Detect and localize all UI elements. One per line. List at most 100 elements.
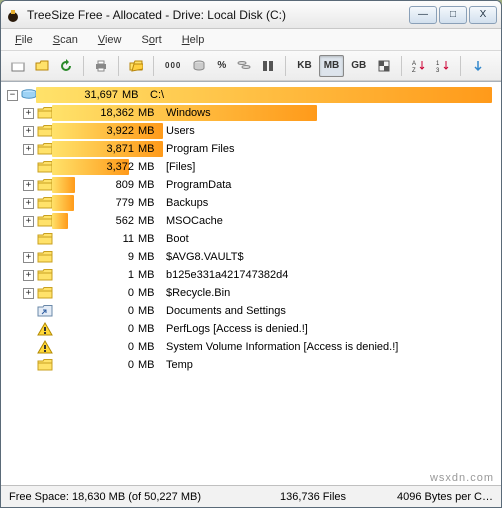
size-unit: MB (138, 233, 162, 245)
link-icon (37, 303, 53, 319)
size-value: 31,697 (40, 89, 122, 101)
refresh-button[interactable] (55, 55, 77, 77)
menu-help[interactable]: Help (174, 32, 213, 48)
tree-row[interactable]: + 779 MB Backups (3, 194, 499, 212)
size-value: 18,362 (56, 107, 138, 119)
size-mode-button[interactable]: 000 (160, 55, 186, 77)
tree-row[interactable]: + 18,362 MB Windows (3, 104, 499, 122)
tree-row[interactable]: 3,372 MB [Files] (3, 158, 499, 176)
size-value: 0 (56, 287, 138, 299)
titlebar: TreeSize Free - Allocated - Drive: Local… (1, 1, 501, 29)
expand-icon[interactable]: + (23, 144, 34, 155)
tree-root-row[interactable]: − 31,697 MB C:\ (3, 86, 499, 104)
tree-row[interactable]: + 3,922 MB Users (3, 122, 499, 140)
expand-icon[interactable]: + (23, 270, 34, 281)
expand-icon[interactable]: + (23, 198, 34, 209)
unit-auto-button[interactable] (373, 55, 395, 77)
open-folder-button[interactable] (31, 55, 53, 77)
explorer-button[interactable] (125, 55, 147, 77)
status-cluster-size: 4096 Bytes per C… (373, 491, 493, 503)
node-name: Program Files (162, 143, 234, 155)
folder-icon (37, 267, 53, 283)
tree-row[interactable]: 0 MB System Volume Information [Access i… (3, 338, 499, 356)
size-value: 0 (56, 323, 138, 335)
size-unit: MB (138, 125, 162, 137)
unit-mb-button[interactable]: MB (319, 55, 345, 77)
toolbar: 000 % KB MB GB AZ 13 (1, 51, 501, 81)
menu-sort[interactable]: Sort (134, 32, 170, 48)
size-unit: MB (138, 269, 162, 281)
select-dir-button[interactable] (7, 55, 29, 77)
unit-kb-button[interactable]: KB (292, 55, 316, 77)
node-name: Backups (162, 197, 208, 209)
size-value: 1 (56, 269, 138, 281)
tree-view[interactable]: − 31,697 MB C:\ + 18,362 MB Windows + 3,… (1, 81, 501, 485)
svg-text:A: A (412, 61, 416, 67)
size-unit: MB (138, 287, 162, 299)
node-name: PerfLogs [Access is denied.!] (162, 323, 308, 335)
expand-icon[interactable]: + (23, 108, 34, 119)
tree-row[interactable]: 0 MB Temp (3, 356, 499, 374)
tree-row[interactable]: 11 MB Boot (3, 230, 499, 248)
tree-row[interactable]: + 809 MB ProgramData (3, 176, 499, 194)
node-name: Users (162, 125, 195, 137)
expander-blank (23, 306, 34, 317)
size-unit: MB (138, 161, 162, 173)
menu-scan[interactable]: Scan (45, 32, 86, 48)
node-name: System Volume Information [Access is den… (162, 341, 398, 353)
close-button[interactable]: X (469, 6, 497, 24)
size-value: 809 (56, 179, 138, 191)
size-unit: MB (138, 179, 162, 191)
collapse-icon[interactable]: − (7, 90, 18, 101)
size-value: 9 (56, 251, 138, 263)
sort-name-button[interactable]: AZ (408, 55, 430, 77)
tree-row[interactable]: 0 MB Documents and Settings (3, 302, 499, 320)
size-value: 0 (56, 359, 138, 371)
size-unit: MB (122, 89, 146, 101)
node-name: ProgramData (162, 179, 231, 191)
tree-row[interactable]: + 1 MB b125e331a421747382d4 (3, 266, 499, 284)
columns-button[interactable] (257, 55, 279, 77)
node-name: C:\ (146, 89, 164, 101)
size-unit: MB (138, 323, 162, 335)
tree-row[interactable]: + 3,871 MB Program Files (3, 140, 499, 158)
collapse-button[interactable] (467, 55, 489, 77)
tree-row[interactable]: + 0 MB $Recycle.Bin (3, 284, 499, 302)
node-name: [Files] (162, 161, 195, 173)
expand-icon[interactable]: + (23, 252, 34, 263)
expand-icon[interactable]: + (23, 216, 34, 227)
tree-row[interactable]: + 562 MB MSOCache (3, 212, 499, 230)
node-name: Temp (162, 359, 193, 371)
size-unit: MB (138, 197, 162, 209)
sort-size-button[interactable]: 13 (432, 55, 454, 77)
expand-icon[interactable]: + (23, 180, 34, 191)
unit-gb-button[interactable]: GB (346, 55, 371, 77)
status-file-count: 136,736 Files (253, 491, 373, 503)
print-button[interactable] (90, 55, 112, 77)
allocated-button[interactable] (188, 55, 210, 77)
window-title: TreeSize Free - Allocated - Drive: Local… (27, 8, 407, 22)
folder-icon (37, 177, 53, 193)
percent-button[interactable]: % (212, 55, 231, 77)
maximize-button[interactable]: □ (439, 6, 467, 24)
node-name: Windows (162, 107, 211, 119)
filecount-button[interactable] (233, 55, 255, 77)
size-value: 562 (56, 215, 138, 227)
tree-row[interactable]: + 9 MB $AVG8.VAULT$ (3, 248, 499, 266)
menu-file[interactable]: File (7, 32, 41, 48)
drive-icon (21, 87, 37, 103)
warn-icon (37, 321, 53, 337)
minimize-button[interactable]: — (409, 6, 437, 24)
node-name: Documents and Settings (162, 305, 286, 317)
menu-view[interactable]: View (90, 32, 130, 48)
size-unit: MB (138, 107, 162, 119)
expand-icon[interactable]: + (23, 126, 34, 137)
expander-blank (23, 360, 34, 371)
size-value: 0 (56, 341, 138, 353)
tree-row[interactable]: 0 MB PerfLogs [Access is denied.!] (3, 320, 499, 338)
folder-icon (37, 213, 53, 229)
expander-blank (23, 324, 34, 335)
expand-icon[interactable]: + (23, 288, 34, 299)
watermark: wsxdn.com (430, 472, 494, 484)
app-icon (5, 7, 21, 23)
